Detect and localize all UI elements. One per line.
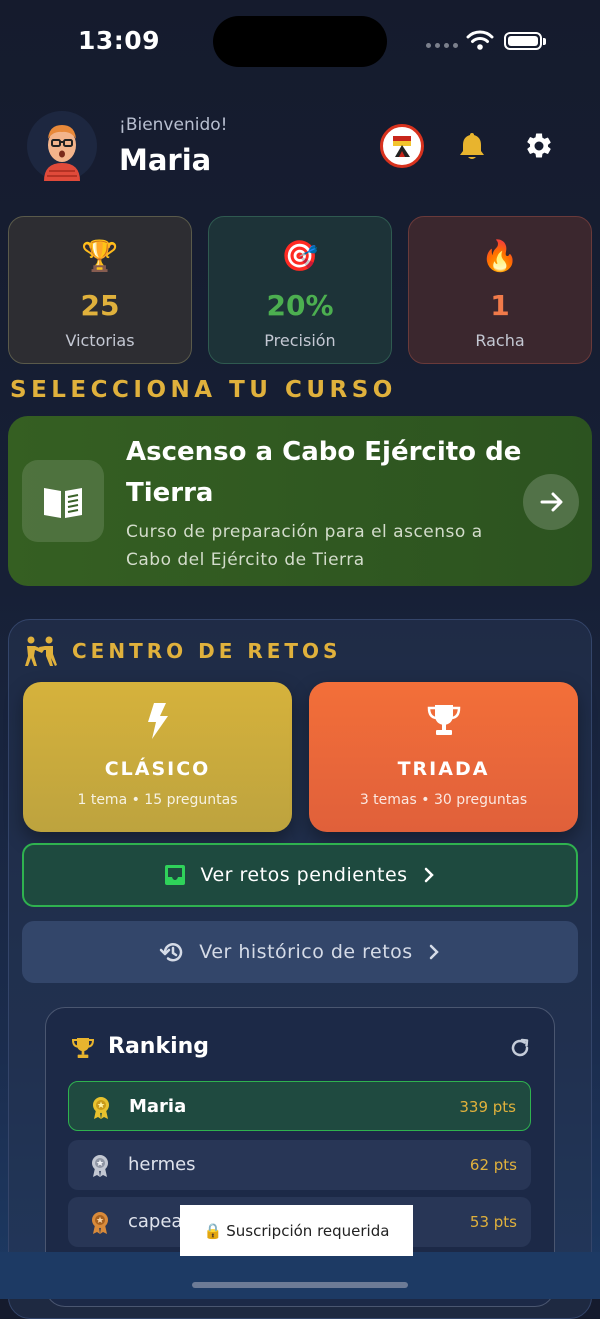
stat-value: 1 (490, 289, 510, 322)
stat-card-precision: 🎯 20% Precisión (208, 216, 392, 364)
army-logo-icon[interactable] (380, 124, 424, 168)
mode-triada-button[interactable]: TRIADA 3 temas • 30 preguntas (309, 682, 578, 832)
stat-value: 20% (266, 289, 334, 322)
trophy-icon (309, 702, 578, 742)
bottom-bar (0, 1252, 600, 1299)
stat-label: Racha (475, 331, 525, 350)
lightning-icon (23, 702, 292, 744)
section-title-course: SELECCIONA TU CURSO (10, 377, 397, 403)
battery-icon (504, 32, 546, 50)
ranking-name: capea (128, 1211, 183, 1232)
ranking-points: 62 pts (469, 1156, 517, 1174)
history-label: Ver histórico de retos (199, 941, 413, 963)
mode-classic-button[interactable]: CLÁSICO 1 tema • 15 preguntas (23, 682, 292, 832)
trophy-icon: 🏆 (81, 239, 119, 274)
bell-icon[interactable] (458, 131, 486, 161)
stat-value: 25 (80, 289, 120, 322)
arrow-right-icon[interactable] (523, 474, 579, 530)
history-challenges-button[interactable]: Ver histórico de retos (22, 921, 578, 983)
book-icon (22, 460, 104, 542)
ranking-row[interactable]: hermes 62 pts (68, 1140, 531, 1190)
ranking-title: Ranking (108, 1034, 210, 1059)
mode-title: CLÁSICO (104, 758, 211, 780)
signal-icon (426, 43, 458, 48)
medal-bronze-icon (92, 1212, 108, 1234)
lock-icon: 🔒 (203, 1221, 223, 1240)
challenges-title: CENTRO DE RETOS (72, 639, 342, 663)
chevron-right-icon (424, 867, 434, 883)
medal-silver-icon (92, 1155, 108, 1177)
pending-challenges-button[interactable]: Ver retos pendientes (22, 843, 578, 907)
target-icon: 🎯 (281, 239, 319, 274)
course-card[interactable]: Ascenso a Cabo Ejército de Tierra Curso … (8, 416, 592, 586)
mode-subtitle: 3 temas • 30 preguntas (359, 792, 528, 808)
fight-icon (25, 636, 57, 666)
ranking-name: hermes (128, 1154, 196, 1175)
home-indicator[interactable] (192, 1282, 408, 1288)
subscription-toast: 🔒 Suscripción requerida (180, 1205, 413, 1256)
welcome-text: ¡Bienvenido! (119, 115, 228, 135)
ranking-row[interactable]: Maria 339 pts (68, 1081, 531, 1131)
course-title: Ascenso a Cabo Ejército de Tierra (126, 437, 522, 508)
stat-card-victories: 🏆 25 Victorias (8, 216, 192, 364)
trophy-icon (71, 1038, 95, 1058)
wifi-icon (466, 30, 494, 50)
chevron-right-icon (429, 944, 439, 960)
ranking-points: 339 pts (459, 1098, 516, 1116)
mode-title: TRIADA (397, 758, 490, 780)
pending-label: Ver retos pendientes (200, 864, 408, 886)
inbox-icon (165, 865, 186, 885)
dynamic-island (213, 16, 387, 67)
stat-card-streak: 🔥 1 Racha (408, 216, 592, 364)
refresh-icon[interactable] (509, 1037, 531, 1059)
status-time: 13:09 (78, 26, 161, 55)
ranking-name: Maria (129, 1096, 187, 1117)
avatar[interactable] (27, 111, 97, 181)
fire-icon: 🔥 (481, 239, 519, 274)
medal-gold-icon (93, 1097, 109, 1119)
course-description: Curso de preparación para el ascenso a C… (126, 522, 483, 570)
gear-icon[interactable] (524, 131, 554, 161)
toast-text: Suscripción requerida (226, 1221, 390, 1240)
stat-label: Precisión (264, 331, 336, 350)
stat-label: Victorias (65, 331, 135, 350)
ranking-points: 53 pts (469, 1213, 517, 1231)
username: Maria (119, 143, 212, 177)
history-icon (160, 943, 183, 962)
mode-subtitle: 1 tema • 15 preguntas (77, 792, 238, 808)
